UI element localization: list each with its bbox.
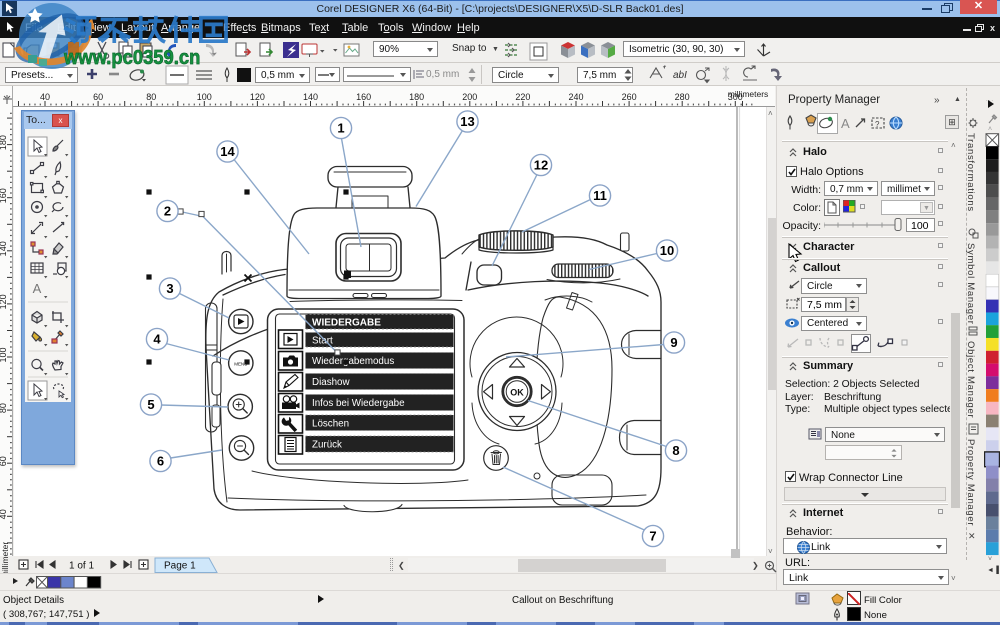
svg-text:3: 3 xyxy=(166,281,173,296)
svg-text:180: 180 xyxy=(0,135,8,150)
svg-text:Diashow: Diashow xyxy=(312,377,350,388)
svg-text:160: 160 xyxy=(0,188,8,203)
svg-text:millimeters: millimeters xyxy=(728,89,769,99)
svg-text:260: 260 xyxy=(622,92,637,102)
svg-text:11: 11 xyxy=(593,188,607,203)
svg-text:abI: abI xyxy=(673,70,687,81)
svg-text:2: 2 xyxy=(164,204,171,219)
svg-text:Page 1: Page 1 xyxy=(164,561,196,572)
svg-text:WIEDERGABE: WIEDERGABE xyxy=(312,317,381,328)
svg-text:7: 7 xyxy=(649,529,656,544)
svg-text:13: 13 xyxy=(460,114,474,129)
svg-text:14: 14 xyxy=(220,144,235,159)
svg-text:60: 60 xyxy=(0,456,8,466)
svg-text:OK: OK xyxy=(510,387,524,397)
svg-text:1 of 1: 1 of 1 xyxy=(69,561,94,572)
svg-text:100: 100 xyxy=(197,92,212,102)
svg-text:1: 1 xyxy=(337,121,344,136)
svg-text:40: 40 xyxy=(40,92,50,102)
svg-text:80: 80 xyxy=(0,403,8,413)
svg-text:Zurück: Zurück xyxy=(312,440,342,451)
svg-text:140: 140 xyxy=(303,92,318,102)
svg-text:A: A xyxy=(33,281,42,296)
svg-text:A: A xyxy=(841,116,850,131)
svg-text:9: 9 xyxy=(670,335,677,350)
svg-text:Infos bei Wiedergabe: Infos bei Wiedergabe xyxy=(312,398,405,409)
svg-text:?: ? xyxy=(875,120,880,129)
svg-text:240: 240 xyxy=(568,92,583,102)
svg-text:8: 8 xyxy=(672,443,679,458)
svg-text:12: 12 xyxy=(534,158,548,173)
svg-text:160: 160 xyxy=(356,92,371,102)
svg-text:200: 200 xyxy=(462,92,477,102)
svg-text:220: 220 xyxy=(515,92,530,102)
svg-text:10: 10 xyxy=(660,243,674,258)
svg-text:6: 6 xyxy=(157,454,164,469)
svg-text:4: 4 xyxy=(153,332,161,347)
svg-text:80: 80 xyxy=(146,92,156,102)
svg-text:40: 40 xyxy=(0,509,8,519)
svg-text:120: 120 xyxy=(250,92,265,102)
svg-text:100: 100 xyxy=(0,347,8,362)
svg-text:60: 60 xyxy=(93,92,103,102)
svg-text:280: 280 xyxy=(675,92,690,102)
svg-text:120: 120 xyxy=(0,294,8,309)
svg-text:Löschen: Löschen xyxy=(312,418,349,429)
svg-text:180: 180 xyxy=(409,92,424,102)
svg-text:140: 140 xyxy=(0,241,8,256)
svg-text:Wiedergabemodus: Wiedergabemodus xyxy=(312,356,394,367)
svg-text:5: 5 xyxy=(147,397,154,412)
